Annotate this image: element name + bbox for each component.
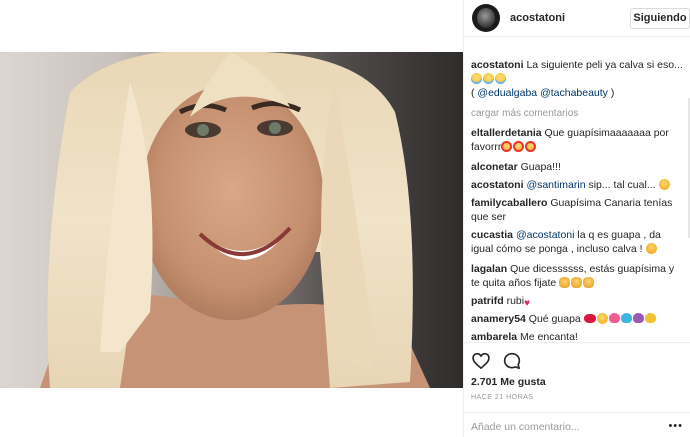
avatar[interactable] <box>472 4 500 32</box>
speech-bubble-icon[interactable] <box>502 351 522 371</box>
likes-count[interactable]: 2.701 Me gusta <box>471 376 546 388</box>
comment-item: acostatoni @santimarin sip... tal cual..… <box>471 178 685 192</box>
heart-eyes-emoji-icon <box>525 141 537 152</box>
post-actions: 2.701 Me gusta HACE 21 HORAS ••• <box>464 342 690 437</box>
header-username[interactable]: acostatoni <box>510 12 565 24</box>
blue-heart-emoji-icon <box>620 313 632 323</box>
comment-mention[interactable]: @santimarin <box>526 179 585 191</box>
purple-heart-emoji-icon <box>632 313 644 323</box>
photo-pane <box>0 0 463 437</box>
crying-laughing-emoji-icon <box>495 73 506 84</box>
comment-text: Qué guapa <box>528 313 581 325</box>
comment-username[interactable]: patrifd <box>471 295 504 307</box>
comment-username[interactable]: acostatoni <box>471 179 524 191</box>
red-heart-emoji-icon: ♥ <box>524 298 531 309</box>
comment-username[interactable]: lagalan <box>471 263 507 275</box>
comment-mention[interactable]: @acostatoni <box>516 229 575 241</box>
load-more-comments-link[interactable]: cargar más comentarios <box>471 108 578 119</box>
comment-item: cucastia @acostatoni la q es guapa , da … <box>471 228 685 256</box>
kiss-lips-emoji-icon <box>583 314 596 323</box>
comment-username[interactable]: familycaballero <box>471 197 547 209</box>
comment-text: sip... tal cual... <box>588 179 656 191</box>
caption: acostatoni La siguiente peli ya calva si… <box>471 58 685 100</box>
comment-text: rubi <box>506 295 525 307</box>
post-sidebar: acostatoni Siguiendo acostatoni La sigui… <box>463 0 690 437</box>
comment-username[interactable]: ambarela <box>471 331 517 342</box>
add-comment-bar: ••• <box>464 412 690 437</box>
post-photo[interactable] <box>0 52 463 388</box>
comment-item: eltallerdetania Que guapísimaaaaaaa por … <box>471 126 685 154</box>
comment-username[interactable]: alconetar <box>471 161 518 173</box>
add-comment-input[interactable] <box>471 419 661 435</box>
comment-username[interactable]: cucastia <box>471 229 513 241</box>
clapping-hands-emoji-icon <box>559 277 571 288</box>
kissing-face-emoji-icon <box>596 313 608 324</box>
comment-item: alconetar Guapa!!! <box>471 160 685 174</box>
avatar-image <box>477 8 495 28</box>
post-photo-image <box>0 52 463 388</box>
post-header: acostatoni Siguiendo <box>464 0 690 37</box>
comment-item: patrifd rubi♥ <box>471 294 685 309</box>
following-button[interactable]: Siguiendo <box>630 8 690 29</box>
crying-laughing-emoji-icon <box>471 73 482 84</box>
winking-tongue-emoji-icon <box>658 179 670 190</box>
weary-face-emoji-icon <box>645 243 657 254</box>
post-timestamp: HACE 21 HORAS <box>471 394 534 401</box>
comment-item: ambarela Me encanta! <box>471 330 685 342</box>
comment-text: Guapa!!! <box>520 161 561 173</box>
comment-item: lagalan Que dicessssss, estás guapísima … <box>471 262 685 290</box>
yellow-heart-emoji-icon <box>644 313 656 323</box>
heart-eyes-emoji-icon <box>501 141 513 152</box>
caption-mention-tachabeauty[interactable]: @tachabeauty <box>540 87 608 99</box>
caption-username[interactable]: acostatoni <box>471 59 524 71</box>
crying-laughing-emoji-icon <box>483 73 494 84</box>
heart-eyes-emoji-icon <box>513 141 525 152</box>
caption-mention-edualgaba[interactable]: @edualgaba <box>477 87 537 99</box>
comments-list: acostatoni La siguiente peli ya calva si… <box>464 38 690 342</box>
clapping-hands-emoji-icon <box>583 277 595 288</box>
comment-item: anamery54 Qué guapa <box>471 312 685 326</box>
comment-item: familycaballero Guapísima Canaria tenías… <box>471 196 685 224</box>
ellipsis-icon[interactable]: ••• <box>668 421 683 432</box>
pink-heart-emoji-icon <box>608 313 620 323</box>
heart-outline-icon[interactable] <box>471 351 491 371</box>
comment-username[interactable]: anamery54 <box>471 313 526 325</box>
comment-text: Me encanta! <box>520 331 578 342</box>
caption-close-paren: ) <box>607 87 615 99</box>
clapping-hands-emoji-icon <box>571 277 583 288</box>
caption-text: La siguiente peli ya calva si eso... <box>526 59 683 71</box>
comment-username[interactable]: eltallerdetania <box>471 127 542 139</box>
